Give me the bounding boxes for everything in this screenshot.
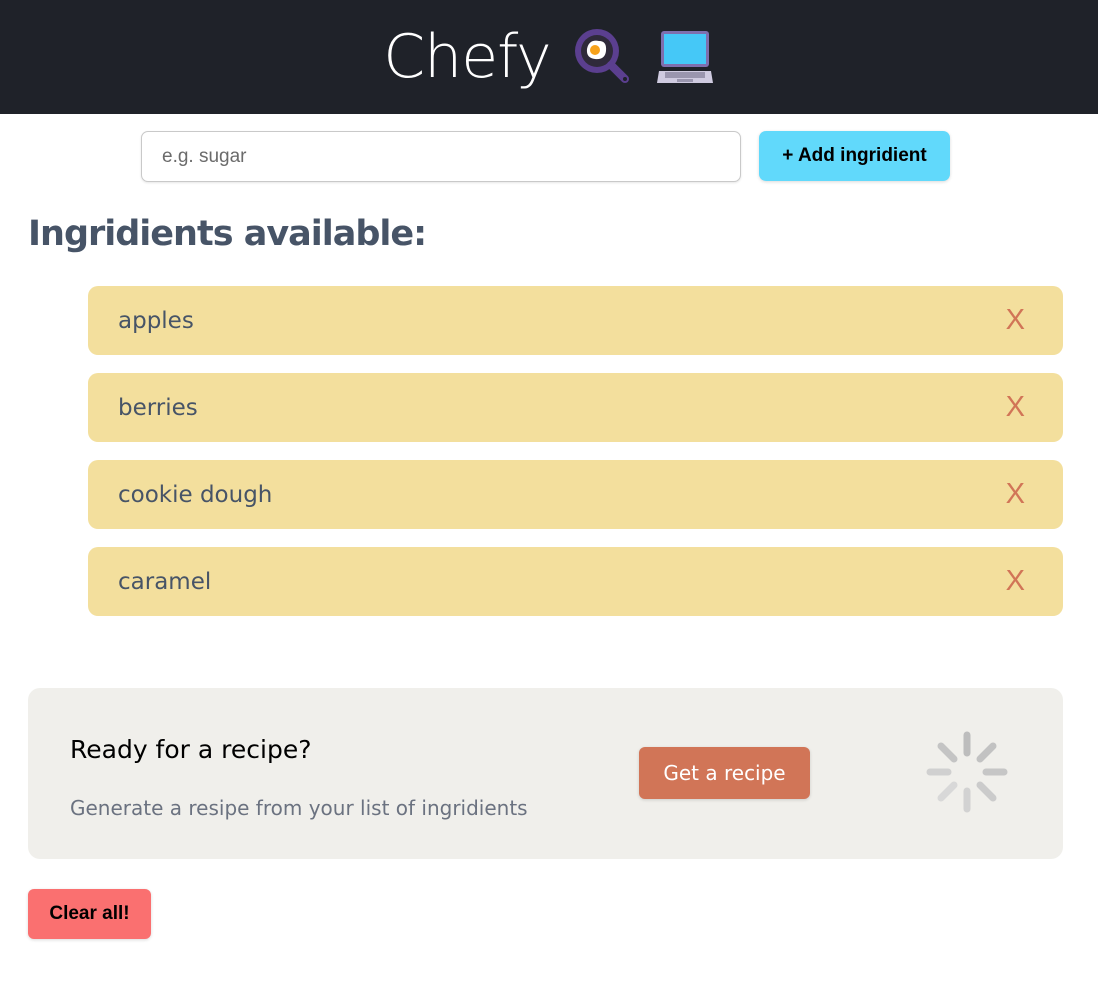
ingredient-item: cookie dough X [88, 460, 1063, 529]
ingredient-item: caramel X [88, 547, 1063, 616]
remove-ingredient-button[interactable]: X [1006, 391, 1025, 424]
recipe-panel: Ready for a recipe? Generate a resipe fr… [28, 688, 1063, 859]
spinner-icon [926, 731, 1008, 813]
ingredient-name: berries [118, 394, 198, 421]
ingredient-list: apples X berries X cookie dough X caramel X [88, 286, 1063, 634]
remove-ingredient-button[interactable]: X [1006, 565, 1025, 598]
ingredient-name: caramel [118, 568, 212, 595]
remove-ingredient-button[interactable]: X [1006, 304, 1025, 337]
ingredient-name: cookie dough [118, 481, 273, 508]
frying-pan-egg-icon [573, 27, 633, 87]
ingredient-item: apples X [88, 286, 1063, 355]
ingredient-input[interactable] [141, 131, 741, 182]
ingredients-heading: Ingridients available: [28, 214, 427, 254]
app-title: Chefy [383, 22, 551, 92]
ingredient-name: apples [118, 307, 194, 334]
add-ingredient-button[interactable]: + Add ingridient [759, 131, 950, 181]
recipe-description: Generate a resipe from your list of ingr… [70, 796, 528, 820]
laptop-icon [655, 27, 715, 87]
ingredient-item: berries X [88, 373, 1063, 442]
get-recipe-button[interactable]: Get a recipe [639, 747, 810, 799]
clear-all-button[interactable]: Clear all! [28, 889, 151, 939]
app-header: Chefy [0, 0, 1098, 114]
recipe-title: Ready for a recipe? [70, 735, 312, 764]
remove-ingredient-button[interactable]: X [1006, 478, 1025, 511]
